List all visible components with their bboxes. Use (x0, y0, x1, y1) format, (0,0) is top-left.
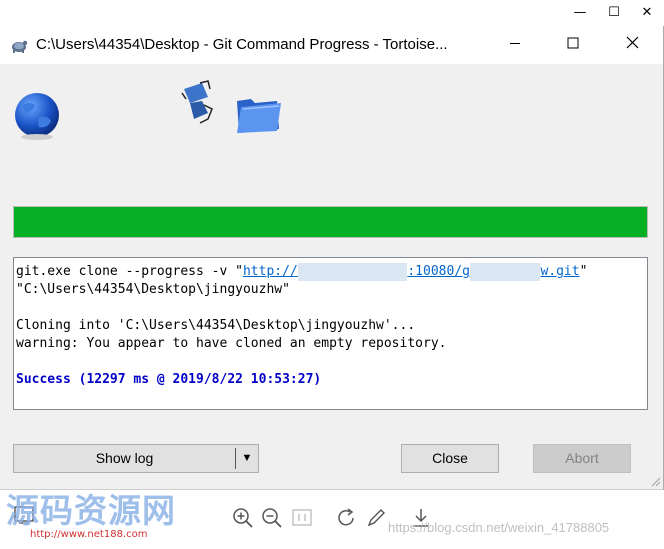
progress-bar-fill (14, 207, 647, 237)
close-button[interactable]: Close (401, 444, 499, 473)
actual-size-icon[interactable] (290, 506, 314, 530)
command-text: " (579, 264, 588, 279)
close-icon (626, 36, 638, 49)
log-line-cloning: Cloning into 'C:\Users\44354\Desktop\jin… (16, 318, 416, 333)
dropdown-arrow-icon[interactable]: ▼ (236, 445, 258, 472)
zoom-out-icon[interactable] (260, 506, 284, 530)
command-text: git.exe clone --progress -v " (16, 264, 243, 279)
resize-grip-icon[interactable] (649, 475, 661, 487)
log-output[interactable]: git.exe clone --progress -v "http:// :10… (13, 257, 648, 410)
globe-icon (15, 93, 59, 140)
log-line-blank (16, 353, 645, 371)
csdn-watermark: https://blog.csdn.net/weixin_41788805 (388, 520, 610, 535)
log-line-target: "C:\Users\44354\Desktop\jingyouzhw" (16, 282, 290, 297)
log-line-command: git.exe clone --progress -v "http:// :10… (16, 263, 645, 281)
transfer-animation (0, 64, 663, 174)
flying-document-icon (181, 80, 213, 124)
show-log-split-button[interactable]: Show log ▼ (13, 444, 259, 473)
url-part: w.git (540, 264, 580, 279)
close-window-button[interactable] (609, 26, 655, 64)
image-viewer-toolbar: 源码资源网 http://www.net188.com https://blog… (0, 490, 664, 549)
maximize-icon (567, 37, 579, 49)
url-redacted (297, 263, 408, 281)
tortoisegit-icon (10, 36, 28, 59)
rotate-icon[interactable] (334, 506, 358, 530)
dialog-titlebar: C:\Users\44354\Desktop - Git Command Pro… (0, 26, 663, 64)
dialog-title: C:\Users\44354\Desktop - Git Command Pro… (36, 36, 448, 53)
log-line-success: Success (12297 ms @ 2019/8/22 10:53:27) (16, 372, 322, 387)
url-part: http:// (242, 264, 298, 279)
log-line-blank (16, 299, 645, 317)
watermark-url: http://www.net188.com (30, 529, 148, 540)
url-part: :10080/g (407, 264, 470, 279)
git-progress-dialog: C:\Users\44354\Desktop - Git Command Pro… (0, 26, 664, 490)
log-line-warning: warning: You appear to have cloned an em… (16, 336, 447, 351)
watermark-text: 源码资源网 (6, 491, 176, 530)
outer-close-button[interactable]: ✕ (630, 2, 664, 24)
maximize-button[interactable] (550, 26, 596, 64)
show-log-button[interactable]: Show log (14, 445, 235, 472)
zoom-in-icon[interactable] (231, 506, 255, 530)
repo-url-link[interactable]: http:// :10080/g w.git (242, 263, 580, 281)
edit-pencil-icon[interactable] (364, 506, 388, 530)
url-redacted (469, 263, 541, 281)
outer-minimize-button[interactable]: — (563, 2, 597, 24)
outer-maximize-button[interactable]: ☐ (597, 2, 631, 24)
minimize-icon (510, 43, 520, 44)
abort-button: Abort (533, 444, 631, 473)
folder-icon (237, 99, 281, 133)
minimize-button[interactable] (492, 26, 538, 64)
outer-window-titlebar: — ☐ ✕ (0, 0, 664, 26)
progress-bar (13, 206, 648, 238)
